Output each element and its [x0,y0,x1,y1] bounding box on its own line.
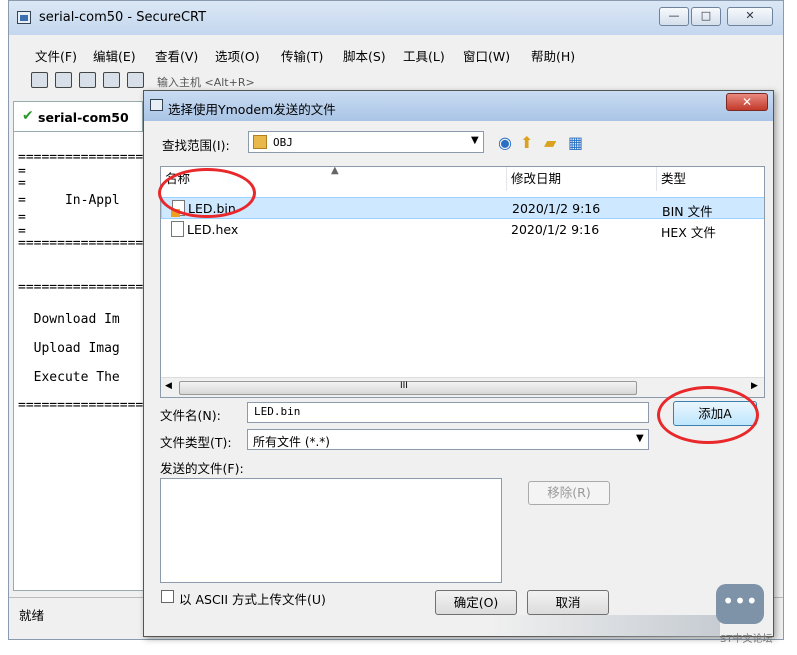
menu-window[interactable]: 窗口(W) [463,46,510,65]
connect-icon[interactable] [31,72,48,88]
menu-bar: 文件(F) 编辑(E) 查看(V) 选项(O) 传输(T) 脚本(S) 工具(L… [9,43,783,65]
ascii-label: 以 ASCII 方式上传文件(U) [179,592,326,607]
back-icon[interactable]: ◉ [498,133,512,152]
scroll-left-icon[interactable]: ◀ [165,381,172,391]
tab-serial-com50[interactable]: ✔ serial-com50 [13,101,143,131]
reconnect-icon[interactable] [103,72,120,88]
menu-tools[interactable]: 工具(L) [403,46,445,65]
column-type[interactable]: 类型 [657,167,764,191]
terminal-line: ================== [18,150,159,165]
menu-help[interactable]: 帮助(H) [531,46,575,65]
terminal-line: ================== [18,280,159,295]
file-date: 2020/1/2 9:16 [512,201,601,216]
file-type: HEX 文件 [661,225,716,240]
up-folder-icon[interactable]: ⬆ [520,133,533,152]
connect-tab-icon[interactable] [79,72,96,88]
chat-bubble-icon: ••• [716,584,764,624]
terminal-line: ================== [18,398,159,413]
file-date: 2020/1/2 9:16 [511,222,600,237]
remove-button[interactable]: 移除(R) [528,481,610,505]
title-bar: serial-com50 - SecureCRT — □ ✕ [9,1,783,35]
dialog-close-button[interactable]: ✕ [726,93,768,111]
send-files-label: 发送的文件(F): [160,461,244,476]
disconnect-icon[interactable] [127,72,144,88]
terminal-line: = [18,210,26,225]
filetype-value: 所有文件 (*.*) [253,435,330,449]
dialog-title: 选择使用Ymodem发送的文件 [168,102,336,117]
file-row-led-hex[interactable]: LED.hex 2020/1/2 9:16 HEX 文件 [161,219,764,241]
quick-connect-icon[interactable] [55,72,72,88]
dialog-title-bar: 选择使用Ymodem发送的文件 ✕ [144,91,773,121]
terminal-line: Execute The [18,370,120,385]
status-text: 就绪 [19,608,45,623]
dialog-icon [150,99,163,111]
file-icon [171,221,184,237]
menu-edit[interactable]: 编辑(E) [93,46,136,65]
filename-input[interactable]: LED.bin [247,402,649,423]
watermark-text: ST中文论坛 [720,634,773,645]
ok-button[interactable]: 确定(O) [435,590,517,615]
terminal-line: ================== [18,236,159,251]
tab-label: serial-com50 [38,110,129,125]
file-name: LED.hex [187,222,239,237]
chevron-down-icon: ▼ [636,433,644,444]
watermark-band [490,615,720,637]
cancel-button[interactable]: 取消 [527,590,609,615]
chevron-down-icon: ▼ [471,135,479,146]
app-icon [17,11,31,24]
new-folder-icon[interactable]: ▰ [544,133,556,152]
look-in-dropdown[interactable]: OBJ ▼ [248,131,484,153]
terminal-area[interactable]: ================== = = = In-Appl = = ===… [13,131,159,591]
view-menu-icon[interactable]: ▦ [568,133,583,152]
window-title: serial-com50 - SecureCRT [39,10,207,25]
annotation-ellipse-file [158,168,256,218]
look-in-label: 查找范围(I): [162,138,230,153]
scroll-thumb[interactable]: III [179,381,637,395]
look-in-value: OBJ [273,136,293,149]
minimize-button[interactable]: — [659,7,689,26]
menu-script[interactable]: 脚本(S) [343,46,386,65]
filename-label: 文件名(N): [160,408,221,423]
terminal-line: Download Im [18,312,120,327]
filetype-select[interactable]: 所有文件 (*.*) ▼ [247,429,649,450]
column-modified[interactable]: 修改日期 [507,167,657,191]
folder-icon [253,135,267,149]
menu-file[interactable]: 文件(F) [35,46,77,65]
terminal-line: = [18,176,26,191]
terminal-line: Upload Imag [18,341,120,356]
sort-arrow-icon: ▲ [331,166,339,176]
check-icon: ✔ [22,108,34,124]
ascii-checkbox[interactable] [161,590,174,603]
scroll-right-icon[interactable]: ▶ [751,381,758,391]
annotation-ellipse-add [657,386,759,444]
menu-transfer[interactable]: 传输(T) [281,46,323,65]
terminal-line: = In-Appl [18,193,120,208]
menu-options[interactable]: 选项(O) [215,46,260,65]
filetype-label: 文件类型(T): [160,435,232,450]
send-files-list[interactable] [160,478,502,583]
ymodem-file-dialog: 选择使用Ymodem发送的文件 ✕ 查找范围(I): OBJ ▼ ◉ ⬆ ▰ ▦… [143,90,774,637]
file-type: BIN 文件 [662,204,713,219]
maximize-button[interactable]: □ [691,7,721,26]
scroll-grip: III [400,381,408,391]
quick-connect-field[interactable]: 输入主机 <Alt+R> [157,74,255,90]
menu-view[interactable]: 查看(V) [155,46,198,65]
close-button[interactable]: ✕ [727,7,773,26]
